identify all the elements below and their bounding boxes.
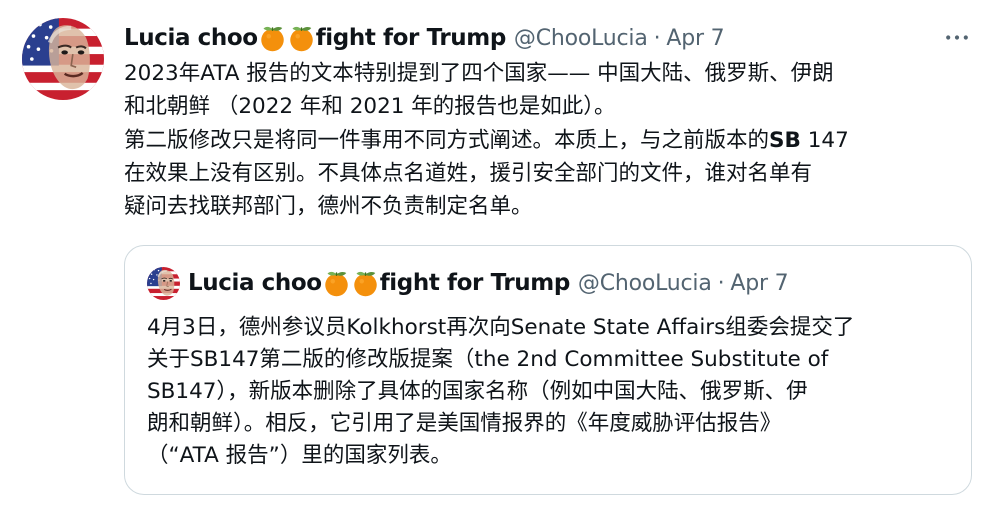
author-name[interactable]: Lucia choo fight for Trump: [124, 25, 506, 52]
more-options-icon[interactable]: [940, 24, 974, 50]
quoted-tweet-timestamp: Apr 7: [730, 270, 789, 296]
quoted-author-name-suffix: fight for Trump: [379, 269, 571, 296]
quoted-author-name: Lucia choo fight for Trump: [188, 270, 570, 297]
tweet-text-segment: 147: [800, 127, 849, 153]
quoted-text-line: 关于SB147第二版的修改版提案（the 2nd Committee Subst…: [147, 347, 829, 372]
tweet-text-line: 第二版修改只是将同一件事用不同方式阐述。本质上，与之前版本的SB 147: [124, 124, 984, 157]
tweet-text-line: 2023年ATA 报告的文本特别提到了四个国家—— 中国大陆、俄罗斯、伊朗: [124, 61, 834, 86]
quoted-separator-dot: ·: [717, 270, 725, 296]
tangerine-emoji-icon: [259, 25, 286, 52]
author-avatar[interactable]: [22, 18, 104, 100]
quoted-author-avatar: [147, 267, 180, 300]
tweet-text-segment: 第二版修改只是将同一件事用不同方式阐述。本质上，与之前版本的: [124, 127, 770, 153]
author-handle[interactable]: @ChooLucia: [514, 26, 648, 51]
quoted-author-handle: @ChooLucia: [577, 270, 712, 296]
tweet: Lucia choo fight for Trump @ChooLucia · A…: [0, 0, 1000, 509]
tweet-timestamp[interactable]: Apr 7: [666, 26, 724, 51]
tweet-text-bold: SB: [769, 127, 801, 153]
quoted-text-line: （“ATA 报告”）里的国家列表。: [147, 443, 452, 468]
tangerine-emoji-icon: [323, 270, 350, 297]
quoted-text-line: 4月3日，德州参议员Kolkhorst再次向Senate State Affai…: [147, 315, 855, 340]
tangerine-emoji-icon: [352, 270, 379, 297]
tweet-header: Lucia choo fight for Trump @ChooLucia · A…: [124, 22, 725, 54]
tweet-text-line: 疑问去找联邦部门，德州不负责制定名单。: [124, 194, 533, 220]
author-name-text: Lucia choo: [124, 24, 258, 51]
quoted-tweet-header: Lucia choo fight for Trump @ChooLucia · A…: [147, 266, 789, 300]
tangerine-emoji-icon: [288, 25, 315, 52]
quoted-tweet-text: 4月3日，德州参议员Kolkhorst再次向Senate State Affai…: [147, 312, 957, 472]
author-name-suffix: fight for Trump: [315, 24, 507, 51]
tweet-text: 2023年ATA 报告的文本特别提到了四个国家—— 中国大陆、俄罗斯、伊朗 和北…: [124, 57, 984, 223]
quoted-text-line: 朗和朝鲜）。相反，它引用了是美国情报界的《年度威胁评估报告》: [147, 411, 782, 436]
quoted-text-line: SB147），新版本删除了具体的国家名称（例如中国大陆、俄罗斯、伊: [147, 379, 808, 404]
tweet-text-line: 和北朝鲜 （2022 年和 2021 年的报告也是如此）。: [124, 94, 616, 120]
tweet-text-line: 在效果上没有区别。不具体点名道姓，援引安全部门的文件，谁对名单有: [124, 160, 813, 186]
quoted-tweet-card[interactable]: Lucia choo fight for Trump @ChooLucia · A…: [124, 245, 972, 495]
separator-dot: ·: [653, 25, 661, 51]
quoted-author-name-text: Lucia choo: [188, 269, 322, 296]
